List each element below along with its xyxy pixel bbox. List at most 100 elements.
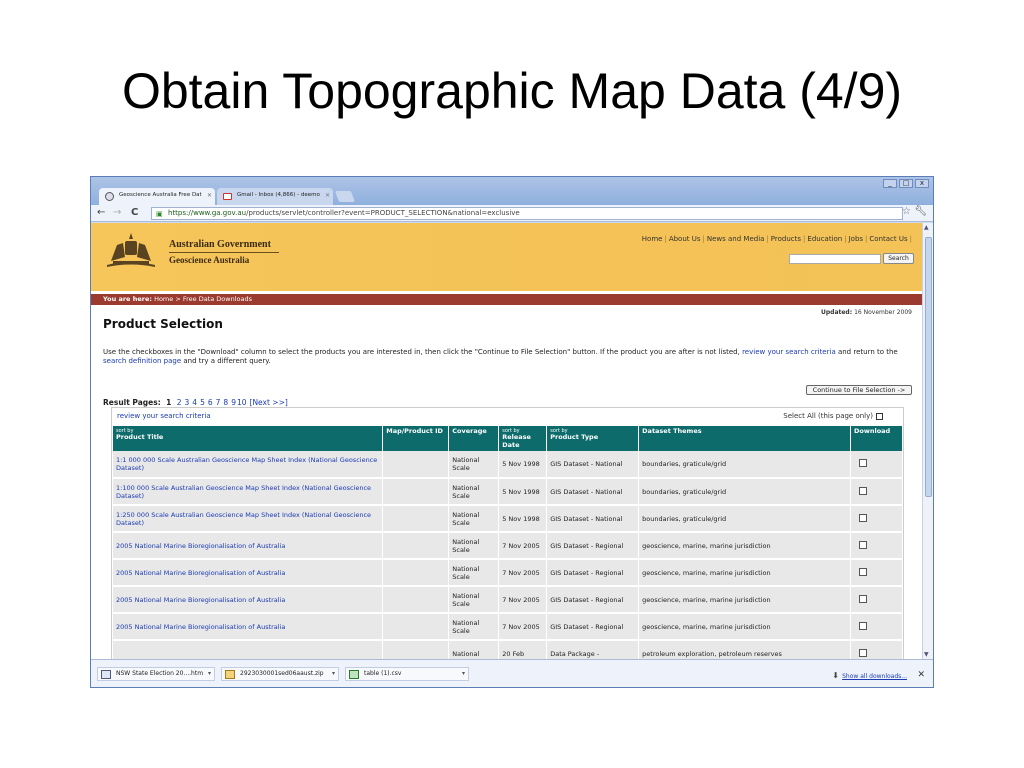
download-item[interactable]: table (1).csv ▾ <box>345 667 469 681</box>
product-title-link[interactable]: 2005 National Marine Bioregionalisation … <box>113 586 384 614</box>
back-icon[interactable]: ← <box>97 207 105 218</box>
close-icon[interactable]: ✕ <box>917 670 925 680</box>
release-date-cell: 5 Nov 1998 <box>498 505 548 533</box>
next-page-link[interactable]: [Next >>] <box>250 398 288 407</box>
page-link[interactable]: 5 <box>200 398 205 407</box>
page-link[interactable]: 3 <box>185 398 190 407</box>
download-item[interactable]: 2923030001sed06aaust.zip ▾ <box>221 667 339 681</box>
site-header: Australian Government Geoscience Austral… <box>91 223 922 291</box>
nav-news-and-media[interactable]: News and Media <box>707 235 765 243</box>
product-id-cell <box>382 586 450 614</box>
download-checkbox[interactable] <box>858 621 867 630</box>
window-controls: _ □ x <box>883 179 929 188</box>
coverage-cell: National Scale <box>448 451 500 479</box>
download-item[interactable]: NSW State Election 20....htm ▾ <box>97 667 215 681</box>
dataset-themes-cell: geoscience, marine, marine jurisdiction <box>638 613 851 641</box>
tab-gmail[interactable]: Gmail - Inbox (4,866) - deemo ✕ <box>217 188 333 205</box>
forward-icon[interactable]: → <box>113 207 121 218</box>
page-link[interactable]: 2 <box>177 398 182 407</box>
chevron-down-icon[interactable]: ▾ <box>208 668 211 680</box>
scroll-up-icon[interactable]: ▲ <box>924 224 929 231</box>
instructions-text: Use the checkboxes in the "Download" col… <box>103 348 743 356</box>
download-checkbox[interactable] <box>858 459 867 467</box>
show-all-downloads-link[interactable]: Show all downloads... <box>842 673 907 680</box>
download-cell <box>850 505 904 533</box>
header-label: Download <box>853 427 891 435</box>
nav-education[interactable]: Education <box>807 235 842 243</box>
close-icon[interactable]: ✕ <box>207 192 212 199</box>
product-id-cell <box>382 532 450 560</box>
instructions-text: and return to the <box>835 348 898 356</box>
search-definition-link[interactable]: search definition page <box>103 357 181 365</box>
maximize-button[interactable]: □ <box>899 179 913 188</box>
download-checkbox[interactable] <box>858 513 867 522</box>
select-all[interactable]: Select All (this page only) <box>783 412 883 420</box>
header-product-type[interactable]: sort by Product Type <box>546 426 640 451</box>
page-link[interactable]: 8 <box>223 398 228 407</box>
nav-contact-us[interactable]: Contact Us <box>869 235 907 243</box>
product-title-link[interactable] <box>113 640 384 659</box>
search-button[interactable]: Search <box>883 253 914 264</box>
download-checkbox[interactable] <box>858 540 867 549</box>
minimize-button[interactable]: _ <box>883 179 897 188</box>
product-type-cell: GIS Dataset - National <box>546 505 640 533</box>
table-row: 2005 National Marine Bioregionalisation … <box>113 586 904 614</box>
continue-to-file-selection-button[interactable]: Continue to File Selection -> <box>806 385 912 395</box>
product-title-link[interactable]: 2005 National Marine Bioregionalisation … <box>113 532 384 560</box>
nav-jobs[interactable]: Jobs <box>849 235 863 243</box>
product-id-cell <box>382 613 450 641</box>
header-label: Release Date <box>502 433 531 449</box>
product-title-link[interactable]: 1:1 000 000 Scale Australian Geoscience … <box>113 451 384 479</box>
nav-products[interactable]: Products <box>771 235 801 243</box>
product-title-link[interactable]: 1:250 000 Scale Australian Geoscience Ma… <box>113 505 384 533</box>
vertical-scrollbar[interactable]: ▲ ▼ <box>922 223 933 659</box>
page-link[interactable]: 9 <box>231 398 236 407</box>
dataset-themes-cell: geoscience, marine, marine jurisdiction <box>638 559 851 587</box>
tab-geoscience[interactable]: Geoscience Australia Free Dat ✕ <box>99 188 215 205</box>
new-tab-button[interactable] <box>334 191 356 202</box>
breadcrumb-path[interactable]: Home > Free Data Downloads <box>154 295 252 303</box>
page-link[interactable]: 6 <box>208 398 213 407</box>
site-search-input[interactable] <box>789 254 881 264</box>
scrollbar-thumb[interactable] <box>925 237 932 497</box>
nav-home[interactable]: Home <box>642 235 663 243</box>
bookmark-star-icon[interactable]: ☆ <box>902 206 911 217</box>
review-search-criteria-link[interactable]: review your search criteria <box>117 412 211 420</box>
download-checkbox[interactable] <box>858 594 867 603</box>
gmail-icon <box>223 193 232 200</box>
download-checkbox[interactable] <box>858 486 867 495</box>
close-window-button[interactable]: x <box>915 179 929 188</box>
dataset-themes-cell: geoscience, marine, marine jurisdiction <box>638 532 851 560</box>
wrench-icon[interactable]: 🔧︎ <box>914 206 927 217</box>
chevron-down-icon[interactable]: ▾ <box>462 668 465 680</box>
download-checkbox[interactable] <box>858 567 867 576</box>
product-title-link[interactable]: 2005 National Marine Bioregionalisation … <box>113 559 384 587</box>
close-icon[interactable]: ✕ <box>325 192 330 199</box>
header-label: Coverage <box>452 427 487 435</box>
url-host: www.ga.gov.au <box>193 209 247 217</box>
reload-icon[interactable]: C <box>131 207 138 218</box>
lock-icon: ▣ <box>156 210 163 218</box>
page-link[interactable]: 7 <box>216 398 221 407</box>
chevron-down-icon[interactable]: ▾ <box>332 668 335 680</box>
scroll-down-icon[interactable]: ▼ <box>924 651 929 658</box>
product-title-link[interactable]: 2005 National Marine Bioregionalisation … <box>113 613 384 641</box>
page-link[interactable]: 4 <box>192 398 197 407</box>
product-title-link[interactable]: 1:100 000 Scale Australian Geoscience Ma… <box>113 478 384 506</box>
header-label: Dataset Themes <box>642 427 702 435</box>
download-cell <box>850 451 904 479</box>
select-all-checkbox[interactable] <box>876 412 883 420</box>
header-product-title[interactable]: sort by Product Title <box>113 426 384 451</box>
address-bar[interactable]: ▣ https://www.ga.gov.au/products/servlet/… <box>151 207 903 220</box>
product-id-cell <box>382 451 450 479</box>
release-date-cell: 7 Nov 2005 <box>498 559 548 587</box>
page-link[interactable]: 10 <box>237 398 247 407</box>
review-criteria-link[interactable]: review your search criteria <box>742 348 836 356</box>
release-date-cell: 7 Nov 2005 <box>498 613 548 641</box>
nav-about-us[interactable]: About Us <box>669 235 701 243</box>
coverage-cell: National Scale <box>448 586 500 614</box>
download-checkbox[interactable] <box>858 648 867 657</box>
globe-icon <box>105 192 114 201</box>
product-type-cell: Data Package - <box>546 640 640 659</box>
header-release-date[interactable]: sort by Release Date <box>498 426 548 451</box>
